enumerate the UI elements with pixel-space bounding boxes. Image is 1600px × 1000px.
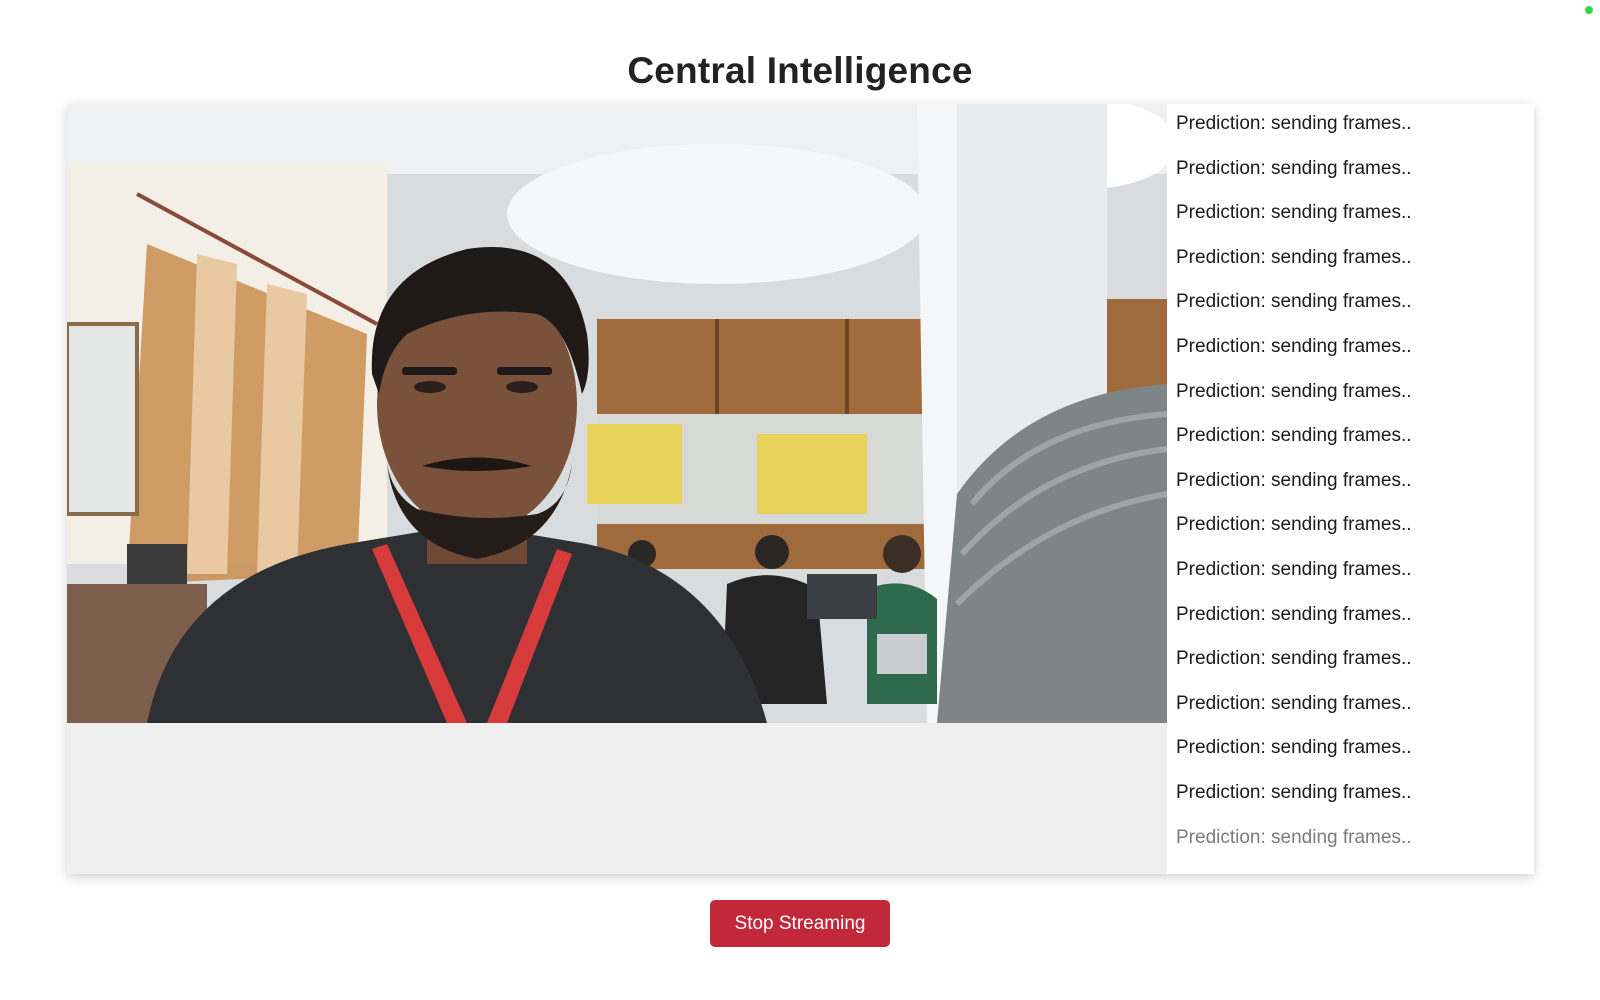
prediction-line: Prediction: sending frames.. xyxy=(1176,782,1412,803)
page-title: Central Intelligence xyxy=(627,50,973,91)
webcam-video-frame xyxy=(67,104,1167,723)
stop-streaming-button[interactable]: Stop Streaming xyxy=(710,900,890,947)
prediction-line: Prediction: sending frames.. xyxy=(1176,202,1412,224)
video-area xyxy=(67,104,1167,874)
prediction-line: Prediction: sending frames.. xyxy=(1176,559,1412,580)
prediction-line: Prediction: sending frames.. xyxy=(1176,469,1412,491)
prediction-line: Prediction: sending frames.. xyxy=(1176,425,1412,447)
prediction-line: Prediction: sending frames.. xyxy=(1176,380,1412,402)
prediction-line: Prediction: sending frames.. xyxy=(1176,737,1412,759)
stream-panel: Prediction: sending frames.. Prediction: … xyxy=(67,104,1534,874)
prediction-line: Prediction: sending frames.. xyxy=(1176,336,1412,357)
prediction-line: Prediction: sending frames.. xyxy=(1176,514,1412,536)
prediction-line: Prediction: sending frames.. xyxy=(1176,648,1412,670)
prediction-line: Prediction: sending frames.. xyxy=(1176,113,1412,134)
prediction-line: Prediction: sending frames.. xyxy=(1176,603,1412,625)
status-indicator-dot xyxy=(1585,6,1593,14)
prediction-line: Prediction: sending frames.. xyxy=(1176,291,1412,313)
prediction-line: Prediction: sending frames.. xyxy=(1176,246,1412,268)
prediction-line: Prediction: sending frames.. xyxy=(1176,826,1412,848)
prediction-line: Prediction: sending frames.. xyxy=(1176,692,1412,714)
prediction-line: Prediction: sending frames.. xyxy=(1176,157,1412,179)
prediction-log: Prediction: sending frames.. Prediction: … xyxy=(1167,104,1534,874)
webcam-image xyxy=(67,104,1167,723)
